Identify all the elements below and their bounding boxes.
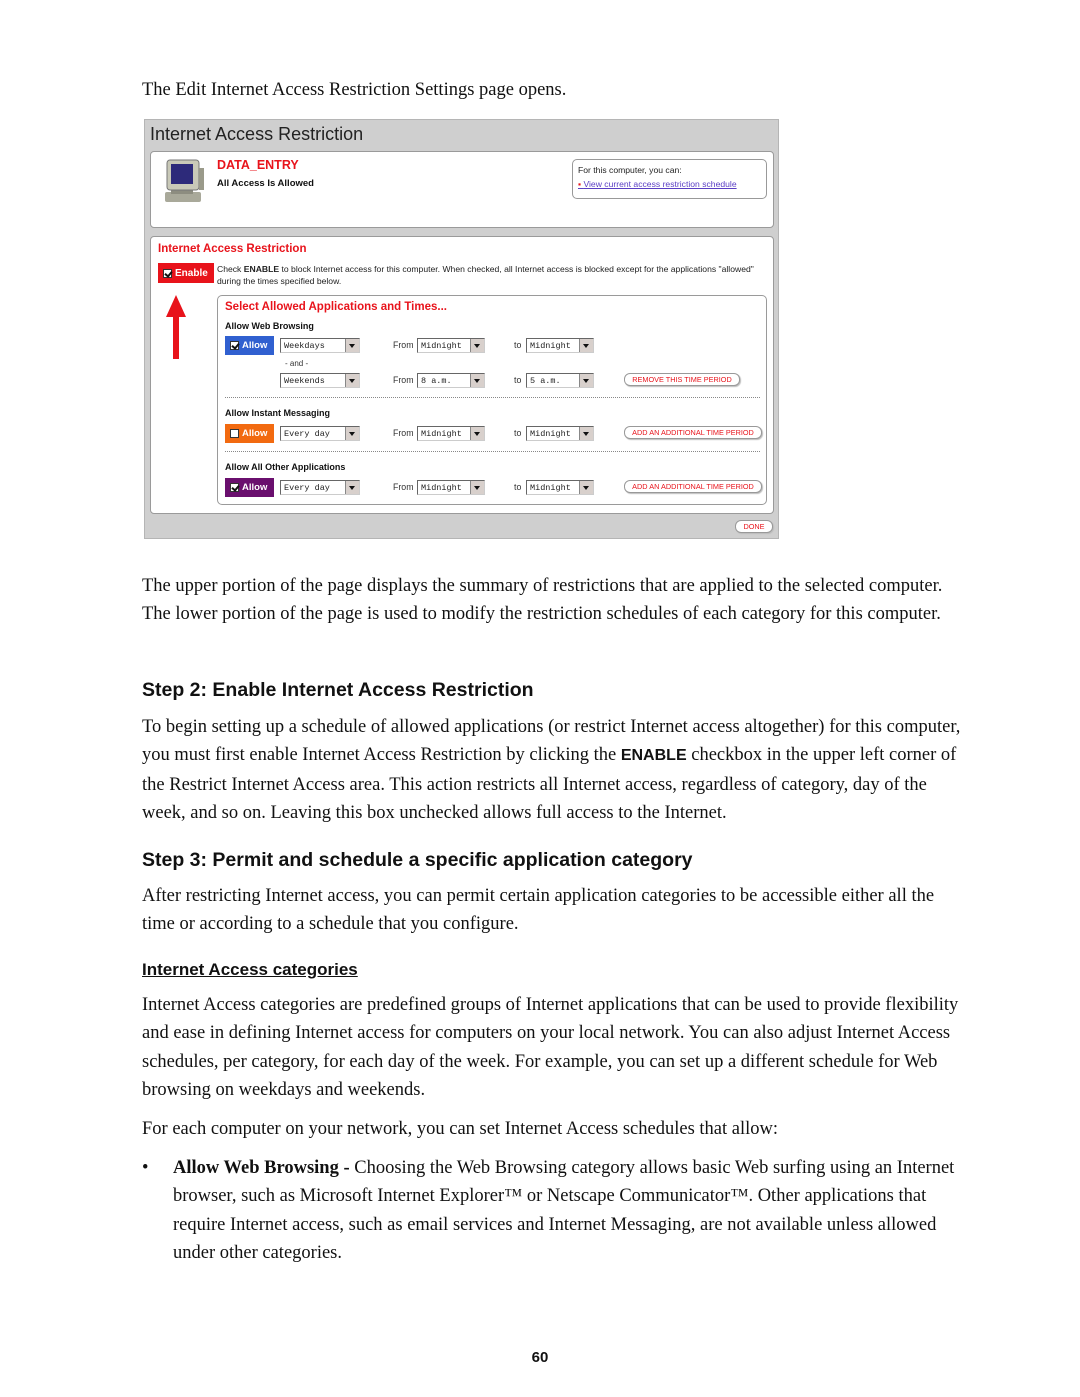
window-title: Internet Access Restriction <box>150 124 364 144</box>
divider <box>225 451 760 452</box>
computer-summary-panel: DATA_ENTRY All Access Is Allowed For thi… <box>150 151 774 228</box>
monitor-icon <box>165 159 204 202</box>
from-select[interactable]: Midnight <box>417 338 485 353</box>
dropdown-arrow-icon <box>579 427 593 440</box>
from-select[interactable]: Midnight <box>417 480 485 495</box>
to-select[interactable]: Midnight <box>526 426 594 441</box>
step2-heading: Step 2: Enable Internet Access Restricti… <box>142 679 534 701</box>
divider <box>225 397 760 398</box>
days-select[interactable]: Weekdays <box>280 338 360 353</box>
restriction-title: Internet Access Restriction <box>158 243 307 255</box>
checkbox-checked-icon <box>230 341 239 350</box>
to-label: to <box>514 340 522 350</box>
allow-web-checkbox[interactable]: Allow <box>225 336 274 355</box>
select-title: Select Allowed Applications and Times... <box>225 301 447 313</box>
done-button[interactable]: DONE <box>735 520 773 533</box>
computer-actions-box: For this computer, you can: ▪ View curre… <box>572 159 767 199</box>
step2-paragraph: To begin setting up a schedule of allowe… <box>142 717 961 823</box>
red-arrow-up-icon <box>166 295 186 359</box>
categories-paragraph: Internet Access categories are predefine… <box>142 995 959 1100</box>
add-time-period-button[interactable]: ADD AN ADDITIONAL TIME PERIOD <box>624 426 762 439</box>
internet-access-restriction-screenshot: Internet Access Restriction DATA_ENTRY A… <box>144 119 779 539</box>
computer-name: DATA_ENTRY <box>217 158 299 172</box>
dropdown-arrow-icon <box>345 339 359 352</box>
page-number: 60 <box>531 1349 549 1366</box>
checkbox-unchecked-icon <box>230 429 239 438</box>
allow-other-checkbox[interactable]: Allow <box>225 478 274 497</box>
actions-heading: For this computer, you can: <box>578 165 682 175</box>
allow-im-checkbox[interactable]: Allow <box>225 424 274 443</box>
add-time-period-button[interactable]: ADD AN ADDITIONAL TIME PERIOD <box>624 480 762 493</box>
summary-paragraph: The upper portion of the page displays t… <box>142 576 943 625</box>
dropdown-arrow-icon <box>470 374 484 387</box>
dropdown-arrow-icon <box>470 427 484 440</box>
to-label: to <box>514 482 522 492</box>
categories-heading: Internet Access categories <box>142 960 358 979</box>
dropdown-arrow-icon <box>579 374 593 387</box>
access-status: All Access Is Allowed <box>217 178 314 189</box>
dropdown-arrow-icon <box>470 339 484 352</box>
to-select[interactable]: Midnight <box>526 480 594 495</box>
allowed-applications-panel: Select Allowed Applications and Times...… <box>217 295 767 505</box>
to-select[interactable]: Midnight <box>526 338 594 353</box>
from-label: From <box>393 375 414 385</box>
intro-text: The Edit Internet Access Restriction Set… <box>142 80 567 100</box>
and-separator: - and - <box>285 359 309 368</box>
dropdown-arrow-icon <box>345 481 359 494</box>
to-select[interactable]: 5 a.m. <box>526 373 594 388</box>
dropdown-arrow-icon <box>470 481 484 494</box>
category-label-web: Allow Web Browsing <box>225 321 314 331</box>
remove-time-period-button[interactable]: REMOVE THIS TIME PERIOD <box>624 373 740 386</box>
to-label: to <box>514 428 522 438</box>
from-label: From <box>393 482 414 492</box>
step3-heading: Step 3: Permit and schedule a specific a… <box>142 849 693 871</box>
from-select[interactable]: Midnight <box>417 426 485 441</box>
from-select[interactable]: 8 a.m. <box>417 373 485 388</box>
checkbox-checked-icon <box>163 268 172 278</box>
checkbox-checked-icon <box>230 483 239 492</box>
days-select[interactable]: Weekends <box>280 373 360 388</box>
enable-description: Check ENABLE to block Internet access fo… <box>217 264 754 286</box>
dropdown-arrow-icon <box>345 374 359 387</box>
step3-paragraph: After restricting Internet access, you c… <box>142 886 935 935</box>
enable-checkbox[interactable]: Enable <box>158 263 214 283</box>
dropdown-arrow-icon <box>345 427 359 440</box>
to-label: to <box>514 375 522 385</box>
schedules-intro: For each computer on your network, you c… <box>142 1119 779 1139</box>
category-label-other: Allow All Other Applications <box>225 462 346 472</box>
days-select[interactable]: Every day <box>280 426 360 441</box>
dropdown-arrow-icon <box>579 339 593 352</box>
from-label: From <box>393 428 414 438</box>
restriction-panel: Internet Access Restriction Enable Check… <box>150 236 774 514</box>
dropdown-arrow-icon <box>579 481 593 494</box>
bullet-icon: • <box>142 1158 149 1178</box>
from-label: From <box>393 340 414 350</box>
view-schedule-link[interactable]: ▪ View current access restriction schedu… <box>578 179 766 189</box>
web-browsing-bullet: Allow Web Browsing - Choosing the Web Br… <box>173 1158 955 1263</box>
category-label-im: Allow Instant Messaging <box>225 408 331 418</box>
days-select[interactable]: Every day <box>280 480 360 495</box>
